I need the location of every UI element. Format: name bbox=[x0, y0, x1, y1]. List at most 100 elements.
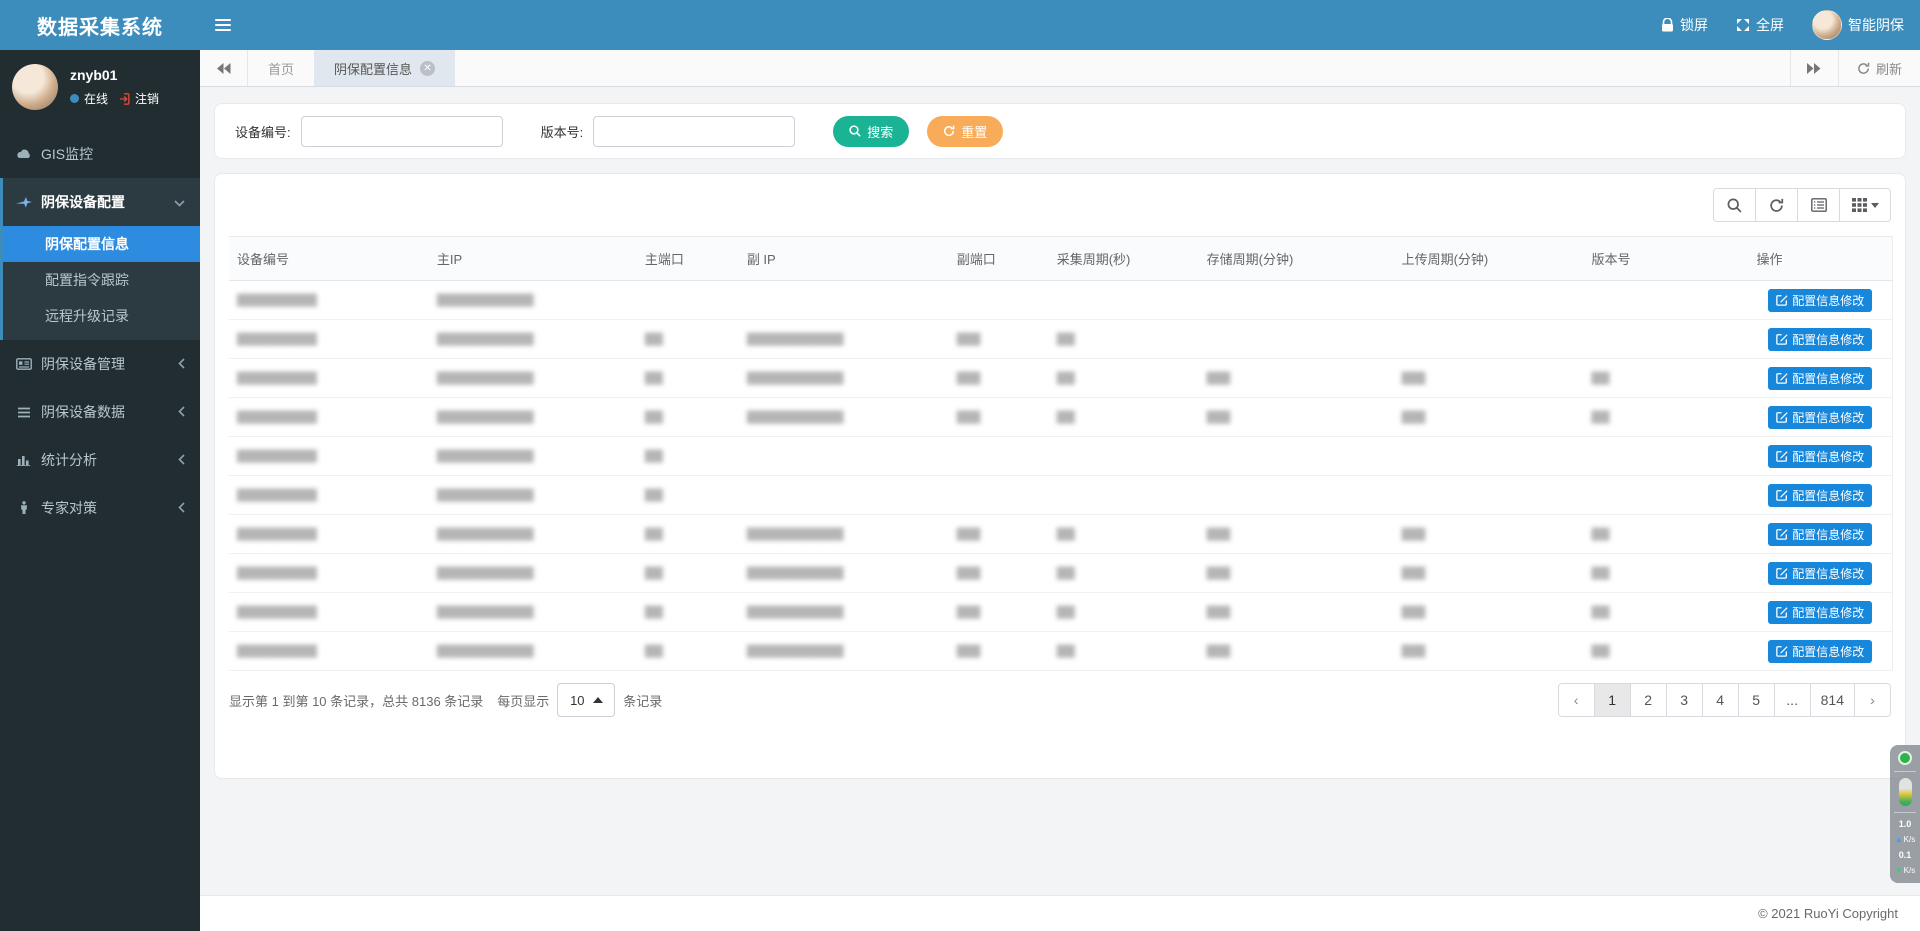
refresh-icon bbox=[943, 125, 955, 137]
fullscreen-button[interactable]: 全屏 bbox=[1736, 15, 1784, 35]
next-page-button[interactable]: › bbox=[1854, 683, 1891, 717]
toolbar-search-button[interactable] bbox=[1713, 188, 1756, 222]
redacted-value: █████████████████ bbox=[437, 450, 533, 463]
device-no-input[interactable] bbox=[301, 116, 503, 147]
sidebar-item-statistics[interactable]: 统计分析 bbox=[0, 436, 200, 484]
page-button[interactable]: ... bbox=[1774, 683, 1811, 717]
tab-config-info[interactable]: 阴保配置信息 ✕ bbox=[314, 50, 455, 86]
edit-config-button[interactable]: 配置信息修改 bbox=[1768, 289, 1872, 312]
table-cell: ███ bbox=[637, 593, 739, 632]
redacted-value: ██████████████ bbox=[237, 645, 316, 658]
lock-screen-button[interactable]: 锁屏 bbox=[1661, 15, 1708, 35]
edit-config-button[interactable]: 配置信息修改 bbox=[1768, 601, 1872, 624]
sidebar-item-device-manage[interactable]: 阴保设备管理 bbox=[0, 340, 200, 388]
redacted-value: █████████████████ bbox=[747, 567, 843, 580]
edit-config-button[interactable]: 配置信息修改 bbox=[1768, 562, 1872, 585]
tab-home[interactable]: 首页 bbox=[248, 50, 314, 86]
table-cell: ██████████████ bbox=[229, 320, 429, 359]
search-button[interactable]: 搜索 bbox=[833, 116, 909, 147]
redacted-value: ████ bbox=[1207, 411, 1230, 424]
table-cell: ███ bbox=[1049, 515, 1199, 554]
download-speed-value: 0.1 bbox=[1899, 850, 1912, 860]
sidebar-user-name: znyb01 bbox=[70, 67, 159, 83]
edit-config-button[interactable]: 配置信息修改 bbox=[1768, 445, 1872, 468]
edit-config-button[interactable]: 配置信息修改 bbox=[1768, 367, 1872, 390]
sidebar-toggle-button[interactable] bbox=[200, 0, 246, 50]
page-button[interactable]: 5 bbox=[1738, 683, 1775, 717]
redacted-value: ███ bbox=[1057, 372, 1074, 385]
edit-config-button[interactable]: 配置信息修改 bbox=[1768, 484, 1872, 507]
table-cell: ███ bbox=[637, 476, 739, 515]
id-card-icon bbox=[15, 358, 32, 370]
redacted-value: ████ bbox=[1207, 645, 1230, 658]
edit-config-button[interactable]: 配置信息修改 bbox=[1768, 640, 1872, 663]
tabs-scroll-left-button[interactable] bbox=[200, 50, 248, 86]
edit-config-button[interactable]: 配置信息修改 bbox=[1768, 523, 1872, 546]
edit-icon bbox=[1776, 372, 1788, 384]
refresh-label: 刷新 bbox=[1876, 59, 1902, 78]
sidebar-item-expert[interactable]: 专家对策 bbox=[0, 484, 200, 532]
redacted-value: ███ bbox=[645, 489, 662, 502]
sidebar-subitem-config-info[interactable]: 阴保配置信息 bbox=[3, 226, 200, 262]
reset-button[interactable]: 重置 bbox=[927, 116, 1003, 147]
logout-label: 注销 bbox=[135, 90, 159, 107]
sidebar-item-device-data[interactable]: 阴保设备数据 bbox=[0, 388, 200, 436]
column-header: 上传周期(分钟) bbox=[1394, 237, 1584, 281]
table-cell: █████████████████ bbox=[739, 515, 949, 554]
redacted-value: ████ bbox=[1402, 411, 1425, 424]
table-cell: █████████████████ bbox=[739, 632, 949, 671]
redacted-value: ████ bbox=[957, 528, 980, 541]
table-cell bbox=[1394, 281, 1584, 320]
page-button[interactable]: 2 bbox=[1630, 683, 1667, 717]
app-logo[interactable]: 数据采集系统 bbox=[0, 0, 200, 50]
refresh-tab-button[interactable]: 刷新 bbox=[1838, 50, 1920, 86]
version-input[interactable] bbox=[593, 116, 795, 147]
prev-page-button[interactable]: ‹ bbox=[1558, 683, 1595, 717]
edit-config-button[interactable]: 配置信息修改 bbox=[1768, 406, 1872, 429]
table-cell: ███ bbox=[637, 398, 739, 437]
table-cell: ████ bbox=[949, 398, 1049, 437]
edit-icon bbox=[1776, 333, 1788, 345]
table-cell: ███ bbox=[1049, 398, 1199, 437]
table-cell: ███ bbox=[1584, 359, 1749, 398]
sidebar-item-gis[interactable]: GIS监控 bbox=[0, 130, 200, 178]
page-button[interactable]: 1 bbox=[1594, 683, 1631, 717]
page-content: 设备编号: 版本号: 搜索 重置 bbox=[200, 87, 1920, 895]
page-button[interactable]: 814 bbox=[1810, 683, 1855, 717]
sidebar-item-label: 专家对策 bbox=[41, 498, 97, 518]
logout-button[interactable]: 注销 bbox=[119, 90, 159, 107]
caret-down-icon bbox=[1871, 203, 1879, 208]
close-icon[interactable]: ✕ bbox=[420, 61, 435, 76]
sidebar-subitem-remote-upgrade[interactable]: 远程升级记录 bbox=[3, 298, 200, 334]
table-cell: ███ bbox=[637, 632, 739, 671]
speed-monitor-widget[interactable]: 1.0 ▲K/s 0.1 ▼K/s bbox=[1890, 745, 1920, 883]
online-status-label: 在线 bbox=[84, 90, 108, 107]
toolbar-refresh-button[interactable] bbox=[1755, 188, 1798, 222]
table-cell: ████ bbox=[1394, 398, 1584, 437]
avatar bbox=[1812, 10, 1842, 40]
sidebar-item-device-config[interactable]: 阴保设备配置 bbox=[3, 178, 200, 226]
page-size-select[interactable]: 10 bbox=[557, 683, 615, 717]
sidebar-subitem-command-trace[interactable]: 配置指令跟踪 bbox=[3, 262, 200, 298]
toolbar-grid-view-button[interactable] bbox=[1839, 188, 1891, 222]
table-row: ████████████████████████████████████████… bbox=[229, 515, 1893, 554]
table-cell: ███ bbox=[637, 554, 739, 593]
search-icon bbox=[1727, 198, 1742, 213]
column-header: 设备编号 bbox=[229, 237, 429, 281]
table-cell-actions: 配置信息修改 bbox=[1748, 437, 1892, 476]
table-row: ███████████████████████████████配置信息修改 bbox=[229, 281, 1893, 320]
bar-chart-icon bbox=[15, 454, 32, 466]
page-button[interactable]: 3 bbox=[1666, 683, 1703, 717]
table-cell: ██████████████ bbox=[229, 593, 429, 632]
table-cell: ███ bbox=[637, 437, 739, 476]
table-cell: █████████████████ bbox=[429, 281, 637, 320]
tabs-scroll-right-button[interactable] bbox=[1790, 50, 1838, 86]
user-menu[interactable]: 智能阴保 bbox=[1812, 10, 1904, 40]
page-button[interactable]: 4 bbox=[1702, 683, 1739, 717]
toolbar-columns-button[interactable] bbox=[1797, 188, 1840, 222]
table-cell-actions: 配置信息修改 bbox=[1748, 632, 1892, 671]
table-cell: ████ bbox=[1394, 515, 1584, 554]
edit-config-button[interactable]: 配置信息修改 bbox=[1768, 328, 1872, 351]
table-cell: ████ bbox=[1199, 632, 1394, 671]
device-no-label: 设备编号: bbox=[235, 122, 291, 141]
